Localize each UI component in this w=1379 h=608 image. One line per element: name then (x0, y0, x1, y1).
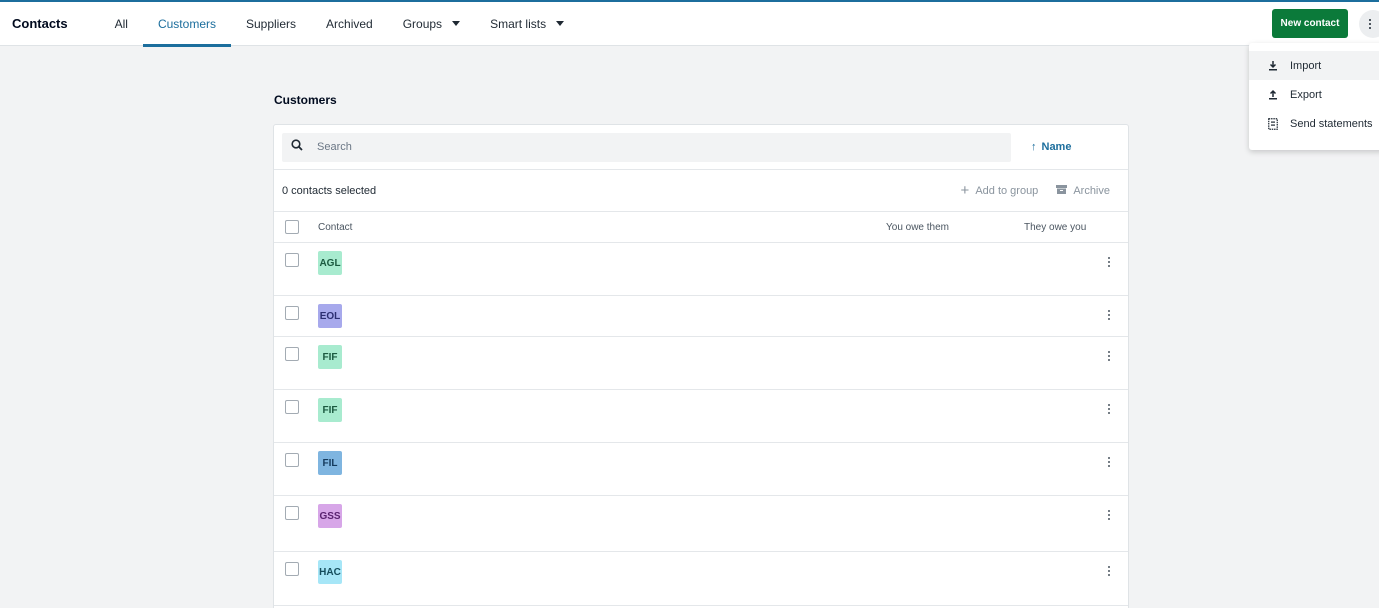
sort-label: Name (1041, 141, 1072, 153)
arrow-up-icon: ↑ (1031, 141, 1037, 153)
contact-avatar: HAC (318, 560, 342, 584)
contact-avatar: FIL (318, 451, 342, 475)
row-checkbox[interactable] (285, 400, 299, 414)
row-options-button[interactable] (1106, 349, 1112, 363)
row-checkbox[interactable] (285, 347, 299, 361)
row-options-button[interactable] (1106, 255, 1112, 269)
row-checkbox[interactable] (285, 506, 299, 520)
select-all-checkbox[interactable] (285, 220, 299, 234)
column-header-contact[interactable]: Contact (318, 222, 352, 233)
sort-by-name-button[interactable]: ↑ Name (1031, 141, 1071, 153)
add-to-group-button[interactable]: + Add to group (961, 183, 1039, 198)
kebab-vertical-icon (1369, 19, 1371, 29)
download-icon (1266, 60, 1280, 71)
table-row[interactable]: FIF (274, 390, 1128, 443)
tab-customers[interactable]: Customers (142, 2, 231, 47)
tab-archived[interactable]: Archived (311, 2, 388, 46)
kebab-vertical-icon (1108, 457, 1110, 467)
row-options-button[interactable] (1106, 308, 1112, 322)
selected-count: 0 contacts selected (282, 184, 377, 197)
table-row[interactable]: GSS (274, 496, 1128, 552)
table-header: Contact You owe them They owe you (274, 212, 1128, 243)
row-checkbox[interactable] (285, 562, 299, 576)
contact-avatar: EOL (318, 304, 342, 328)
bulk-actions-row: 0 contacts selected + Add to group Archi… (274, 170, 1128, 212)
tab-suppliers[interactable]: Suppliers (231, 2, 311, 46)
page-title: Contacts (12, 16, 68, 31)
contacts-card: ↑ Name 0 contacts selected + Add to grou… (273, 124, 1129, 608)
column-header-they-owe-you[interactable]: They owe you (1024, 222, 1086, 233)
tab-groups[interactable]: Groups (388, 2, 475, 46)
contact-avatar: GSS (318, 504, 342, 528)
kebab-vertical-icon (1108, 510, 1110, 520)
new-contact-button[interactable]: New contact (1272, 9, 1348, 38)
caret-down-icon (452, 21, 461, 26)
table-row[interactable]: FIL (274, 443, 1128, 496)
kebab-vertical-icon (1108, 351, 1110, 361)
menu-item-send-statements[interactable]: Send statements (1249, 109, 1379, 138)
kebab-vertical-icon (1108, 257, 1110, 267)
tab-label: Groups (402, 16, 443, 31)
contact-avatar: FIF (318, 345, 342, 369)
table-row[interactable]: HAC (274, 552, 1128, 606)
table-row[interactable]: AGL (274, 243, 1128, 296)
section-title: Customers (274, 93, 337, 107)
contacts-list: AGL EOL FIF FIF FIL GSS HAC (274, 243, 1128, 606)
tab-label: All (114, 16, 128, 31)
menu-item-label: Import (1290, 59, 1322, 72)
row-options-button[interactable] (1106, 564, 1112, 578)
contact-avatar: FIF (318, 398, 342, 422)
tab-label: Suppliers (245, 16, 297, 31)
row-options-button[interactable] (1106, 402, 1112, 416)
tab-label: Smart lists (490, 16, 547, 31)
archive-box-icon (1056, 184, 1068, 197)
search-input[interactable] (317, 141, 917, 153)
menu-item-label: Export (1290, 88, 1322, 101)
menu-item-export[interactable]: Export (1249, 80, 1379, 109)
menu-item-label: Send statements (1290, 117, 1373, 130)
caret-down-icon (556, 21, 565, 26)
more-options-button[interactable] (1359, 10, 1379, 38)
column-header-you-owe-them[interactable]: You owe them (886, 222, 949, 233)
tab-label: Customers (157, 16, 216, 31)
kebab-vertical-icon (1108, 310, 1110, 320)
add-to-group-label: Add to group (975, 184, 1039, 197)
search-icon (291, 138, 303, 156)
table-row[interactable]: FIF (274, 337, 1128, 390)
row-checkbox[interactable] (285, 253, 299, 267)
statement-icon (1266, 117, 1280, 130)
menu-item-import[interactable]: Import (1249, 51, 1379, 80)
table-row[interactable]: EOL (274, 296, 1128, 337)
row-checkbox[interactable] (285, 306, 299, 320)
archive-label: Archive (1073, 184, 1110, 197)
row-options-button[interactable] (1106, 455, 1112, 469)
tab-label: Archived (326, 16, 373, 31)
more-options-menu: Import Export Send statements (1249, 43, 1379, 150)
kebab-vertical-icon (1108, 566, 1110, 576)
tab-smart-lists[interactable]: Smart lists (475, 2, 579, 46)
tab-all[interactable]: All (100, 2, 143, 46)
search-box (282, 132, 1011, 162)
row-checkbox[interactable] (285, 453, 299, 467)
kebab-vertical-icon (1108, 404, 1110, 414)
archive-button[interactable]: Archive (1056, 184, 1110, 197)
search-row: ↑ Name (274, 125, 1128, 170)
contact-avatar: AGL (318, 251, 342, 275)
plus-icon: + (960, 182, 970, 199)
top-navigation: Contacts All Customers Suppliers Archive… (0, 2, 1379, 47)
row-options-button[interactable] (1106, 508, 1112, 522)
upload-icon (1266, 89, 1280, 100)
